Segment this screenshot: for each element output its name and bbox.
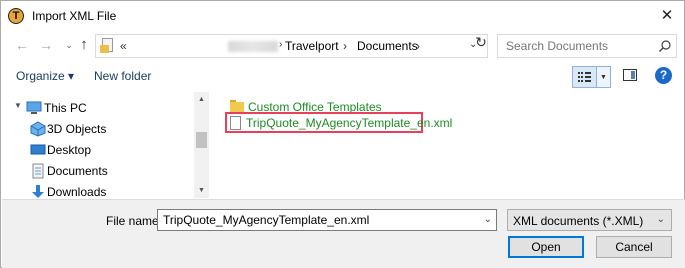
navigation-bar: ← → ⌄ ↑ « › Travelport › Documents › ⌄ ↻ <box>1 31 684 61</box>
tree-item-label: Desktop <box>47 143 92 157</box>
caret-up-icon: ▲ <box>198 96 205 103</box>
cancel-button[interactable]: Cancel <box>596 236 672 258</box>
documents-location-icon <box>100 38 116 54</box>
triangle-down-icon: ▼ <box>600 74 607 81</box>
scroll-up-button[interactable]: ▲ <box>194 92 209 107</box>
downloads-icon <box>32 185 44 198</box>
chevron-down-icon[interactable]: ⌄ <box>484 214 492 225</box>
redacted-user-segment <box>228 41 278 52</box>
tree-item-downloads[interactable]: Downloads <box>2 182 194 198</box>
tree-item-documents[interactable]: Documents <box>2 161 194 181</box>
close-icon: ✕ <box>660 7 674 24</box>
tree-item-label: 3D Objects <box>47 122 107 136</box>
organize-menu-button[interactable]: Organize ▾ <box>16 69 74 83</box>
file-item-xml-selected[interactable]: TripQuote_MyAgencyTemplate_en.xml <box>225 112 452 133</box>
breadcrumb-travelport[interactable]: Travelport <box>285 39 339 53</box>
search-input[interactable] <box>506 39 646 53</box>
help-button[interactable]: ? <box>655 67 672 84</box>
documents-icon <box>32 163 44 179</box>
search-box[interactable] <box>497 34 677 58</box>
chevron-right-icon[interactable]: › <box>343 39 347 53</box>
search-icon[interactable] <box>658 39 672 53</box>
details-view-icon <box>578 72 591 82</box>
forward-button[interactable]: → <box>36 35 56 55</box>
scrollbar-thumb[interactable] <box>196 132 207 148</box>
xml-file-icon <box>230 116 241 130</box>
dialog-footer: File name: ⌄ XML documents (*.XML) ⌄ Ope… <box>2 199 685 268</box>
tree-item-desktop[interactable]: Desktop <box>2 140 194 160</box>
app-logo-icon: T <box>8 8 24 24</box>
tree-item-label: Documents <box>47 164 108 178</box>
3d-objects-icon <box>30 121 46 137</box>
tree-item-this-pc[interactable]: ▼ This PC <box>2 98 194 118</box>
refresh-button[interactable]: ↻ <box>470 33 492 51</box>
breadcrumb-overflow[interactable]: « <box>120 39 127 53</box>
arrow-left-icon: ← <box>15 37 29 53</box>
preview-pane-button[interactable] <box>623 69 637 81</box>
file-item-label: TripQuote_MyAgencyTemplate_en.xml <box>246 116 453 130</box>
tree-item-label: This PC <box>44 101 87 115</box>
breadcrumb-separator-icon: › <box>279 39 283 50</box>
file-type-value: XML documents (*.XML) <box>513 214 644 228</box>
caret-down-icon: ▼ <box>198 187 205 194</box>
dialog-title: Import XML File <box>32 9 117 23</box>
tree-item-3d-objects[interactable]: 3D Objects <box>2 119 194 139</box>
scroll-down-button[interactable]: ▼ <box>194 183 209 198</box>
command-toolbar: Organize ▾ New folder ▼ ? <box>1 63 684 89</box>
file-list: Custom Office Templates TripQuote_MyAgen… <box>211 92 684 198</box>
file-name-label: File name: <box>106 214 163 228</box>
navigation-pane-scrollbar[interactable]: ▲ ▼ <box>194 92 209 198</box>
desktop-icon <box>30 144 46 155</box>
import-xml-dialog: T Import XML File ✕ ← → ⌄ ↑ « › Travelpo… <box>0 0 685 268</box>
file-name-combobox[interactable]: ⌄ <box>157 209 497 231</box>
navigation-pane: ▼ This PC 3D Objects Desktop Documents D… <box>2 92 209 198</box>
open-button[interactable]: Open <box>508 236 584 258</box>
chevron-right-icon[interactable]: › <box>416 39 420 53</box>
expand-arrow-icon[interactable]: ▼ <box>14 101 22 110</box>
back-button[interactable]: ← <box>12 35 32 55</box>
file-name-input[interactable] <box>163 213 473 227</box>
pc-icon <box>26 101 42 114</box>
breadcrumb-documents[interactable]: Documents <box>357 39 418 53</box>
up-button[interactable]: ↑ <box>74 35 94 55</box>
arrow-up-icon: ↑ <box>80 36 88 53</box>
view-options-dropdown[interactable]: ▼ <box>597 66 611 88</box>
refresh-icon: ↻ <box>475 34 487 50</box>
file-type-select[interactable]: XML documents (*.XML) ⌄ <box>507 209 672 231</box>
tree-item-label: Downloads <box>47 185 107 198</box>
arrow-right-icon: → <box>39 37 53 53</box>
chevron-down-icon: ⌄ <box>656 214 665 225</box>
folder-icon <box>230 100 244 112</box>
close-button[interactable]: ✕ <box>651 3 683 29</box>
address-bar[interactable]: « › Travelport › Documents › ⌄ <box>95 34 488 58</box>
title-bar: T Import XML File ✕ <box>1 1 684 31</box>
new-folder-button[interactable]: New folder <box>94 69 151 83</box>
change-view-button[interactable] <box>572 66 597 88</box>
chevron-down-icon: ⌄ <box>65 40 73 50</box>
